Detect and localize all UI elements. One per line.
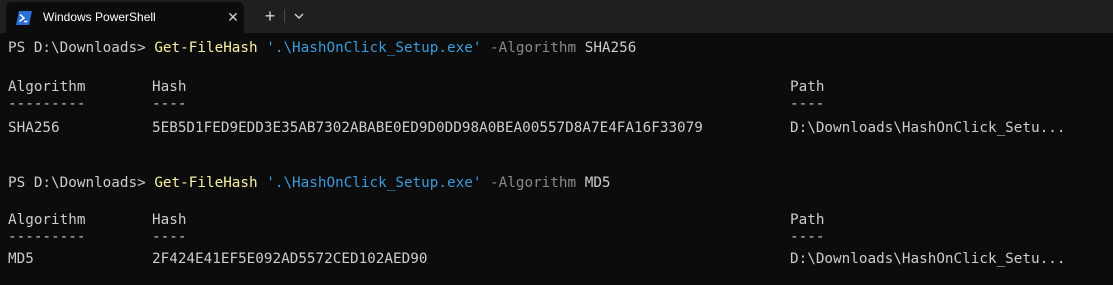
powershell-icon [16, 10, 32, 25]
prompt: PS D:\Downloads> [8, 175, 155, 191]
terminal-output[interactable]: PS D:\Downloads> Get-FileHash '.\HashOnC… [0, 33, 1113, 285]
header-underline: ---- [152, 229, 187, 245]
header-underline: ---- [790, 96, 825, 112]
parameter-value: SHA256 [584, 40, 637, 56]
header-underline: ---- [790, 229, 825, 245]
header-underline: ---- [152, 96, 187, 112]
command-line: PS D:\Downloads> Get-FileHash '.\HashOnC… [8, 39, 636, 57]
command-line: PS D:\Downloads> Get-FileHash '.\HashOnC… [8, 174, 611, 192]
header-underline: --------- [8, 96, 86, 112]
path-argument: '.\HashOnClick_Setup.exe' [266, 175, 482, 191]
terminal-window: Windows PowerShell ✕ + PS D:\Downloads> … [0, 0, 1113, 285]
column-header-path: Path [790, 212, 825, 228]
parameter-name: -Algorithm [490, 40, 577, 56]
cmdlet: Get-FileHash [154, 40, 258, 56]
column-header-algorithm: Algorithm [8, 79, 86, 95]
result-hash: 5EB5D1FED9EDD3E35AB7302ABABE0ED9D0DD98A0… [152, 120, 703, 136]
column-header-hash: Hash [152, 212, 187, 228]
chevron-down-icon[interactable] [289, 5, 309, 27]
close-icon[interactable]: ✕ [225, 9, 241, 25]
tab-divider [284, 9, 285, 23]
path-argument: '.\HashOnClick_Setup.exe' [266, 40, 482, 56]
result-algorithm: MD5 [8, 251, 34, 267]
result-hash: 2F424E41EF5E092AD5572CED102AED90 [152, 251, 428, 267]
parameter-value: MD5 [584, 175, 611, 191]
column-header-hash: Hash [152, 79, 187, 95]
result-path: D:\Downloads\HashOnClick_Setu... [790, 251, 1066, 267]
title-bar: Windows PowerShell ✕ + [0, 0, 1113, 33]
tab-windows-powershell[interactable]: Windows PowerShell ✕ [6, 2, 244, 33]
result-algorithm: SHA256 [8, 120, 60, 136]
column-header-algorithm: Algorithm [8, 212, 86, 228]
plus-icon[interactable]: + [258, 5, 282, 27]
result-path: D:\Downloads\HashOnClick_Setu... [790, 120, 1066, 136]
header-underline: --------- [8, 229, 86, 245]
column-header-path: Path [790, 79, 825, 95]
prompt: PS D:\Downloads> [8, 40, 155, 56]
cmdlet: Get-FileHash [154, 175, 258, 191]
parameter-name: -Algorithm [490, 175, 577, 191]
tab-title: Windows PowerShell [43, 10, 156, 24]
